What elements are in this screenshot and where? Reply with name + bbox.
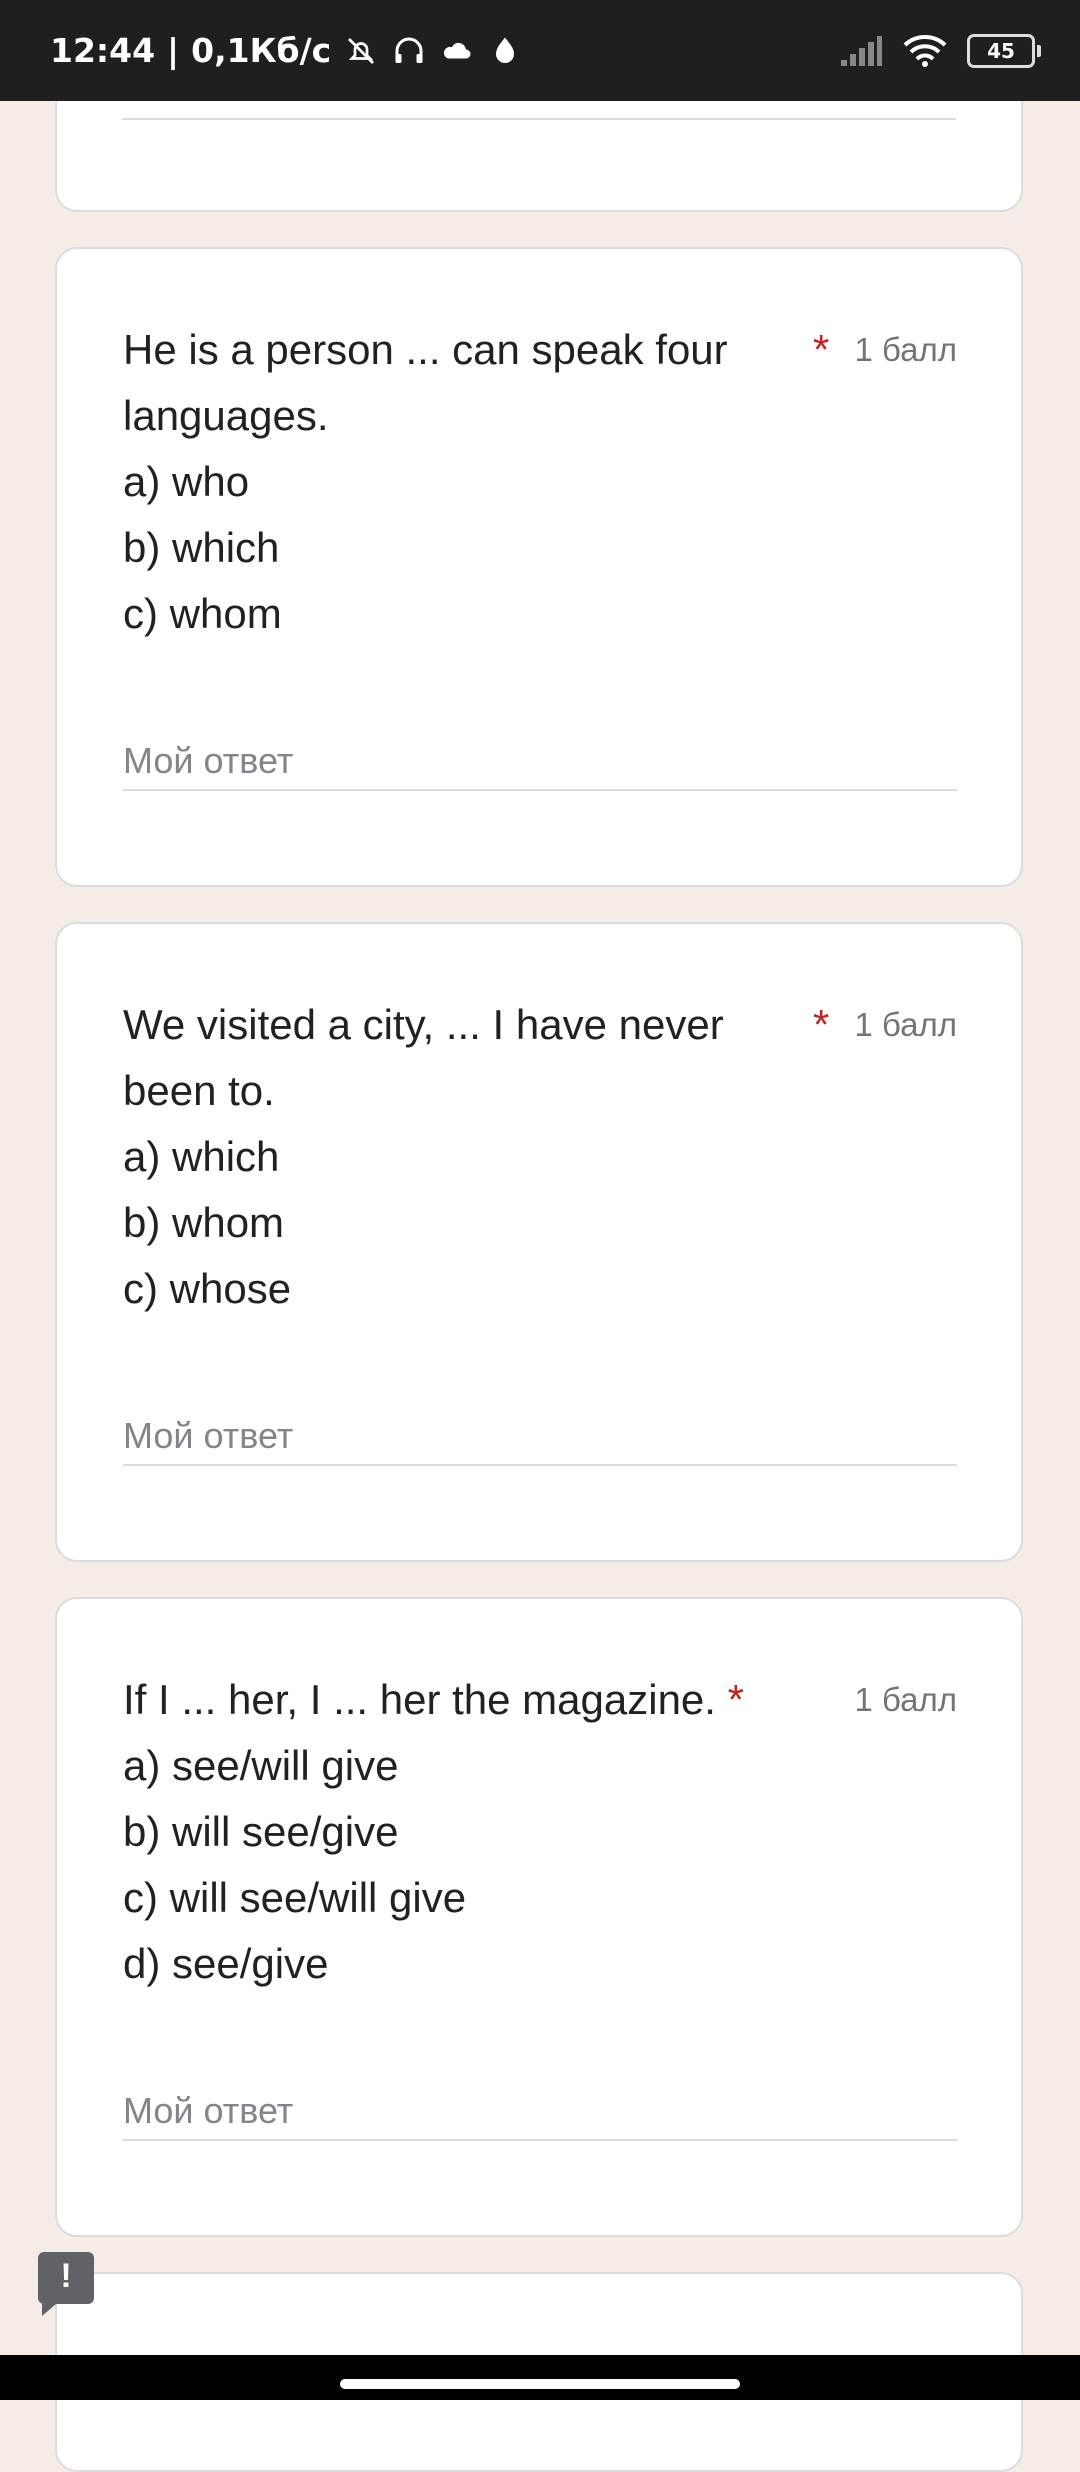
- separator: |: [167, 31, 180, 70]
- answer-input[interactable]: Мой ответ: [123, 733, 957, 791]
- option-line: b) will see/give: [123, 1808, 399, 1855]
- question-line: We visited a city, ... I have never: [123, 1001, 724, 1048]
- option-line: a) who: [123, 458, 250, 505]
- battery-icon: 45: [967, 33, 1041, 68]
- option-line: c) whom: [123, 590, 282, 637]
- bell-off-icon: [348, 37, 375, 64]
- previous-answer-underline: [122, 118, 956, 120]
- points-label: 1 балл: [854, 1006, 957, 1043]
- clock: 12:44: [50, 31, 156, 70]
- question-card: If I ... her, I ... her the magazine. * …: [55, 1597, 1023, 2237]
- signal-icon: [841, 35, 882, 66]
- option-line: d) see/give: [123, 1940, 329, 1987]
- option-line: c) whose: [123, 1265, 292, 1312]
- wifi-icon: [903, 34, 947, 67]
- question-card: We visited a city, ... I have never been…: [55, 922, 1023, 1562]
- status-left: 12:44 | 0,1Кб/с: [50, 0, 523, 101]
- option-line: c) will see/will give: [123, 1874, 467, 1921]
- question-line: languages.: [123, 392, 329, 439]
- points-label: 1 балл: [854, 1681, 957, 1718]
- question-text: We visited a city, ... I have never been…: [123, 992, 763, 1322]
- required-asterisk: *: [813, 326, 830, 373]
- question-line: been to.: [123, 1067, 275, 1114]
- points-label: 1 балл: [854, 331, 957, 368]
- question-line: He is a person ... can speak four: [123, 326, 728, 373]
- feedback-button[interactable]: !: [38, 2252, 94, 2316]
- answer-input[interactable]: Мой ответ: [123, 2083, 957, 2141]
- option-line: b) which: [123, 524, 280, 571]
- answer-input[interactable]: Мой ответ: [123, 1408, 957, 1466]
- question-line-text: If I ... her, I ... her the magazine.: [123, 1676, 716, 1723]
- question-text: He is a person ... can speak four langua…: [123, 317, 763, 647]
- question-text: If I ... her, I ... her the magazine. * …: [123, 1667, 843, 1997]
- option-line: a) see/will give: [123, 1742, 399, 1789]
- status-right: 45: [839, 0, 1041, 101]
- drop-icon: [496, 37, 515, 63]
- cloud-icon: [444, 42, 471, 58]
- network-speed: 0,1Кб/с: [191, 31, 332, 70]
- required-asterisk: *: [727, 1676, 744, 1723]
- required-asterisk: *: [813, 1001, 830, 1048]
- headphones-icon: [395, 37, 423, 63]
- question-card: He is a person ... can speak four langua…: [55, 247, 1023, 887]
- option-line: b) whom: [123, 1199, 285, 1246]
- home-gesture-handle[interactable]: [340, 2379, 740, 2389]
- question-line: If I ... her, I ... her the magazine. *: [123, 1667, 843, 1733]
- status-bar: 12:44 | 0,1Кб/с 45: [0, 0, 1080, 101]
- battery-level: 45: [987, 38, 1015, 63]
- navigation-bar: [0, 2355, 1080, 2400]
- option-line: a) which: [123, 1133, 280, 1180]
